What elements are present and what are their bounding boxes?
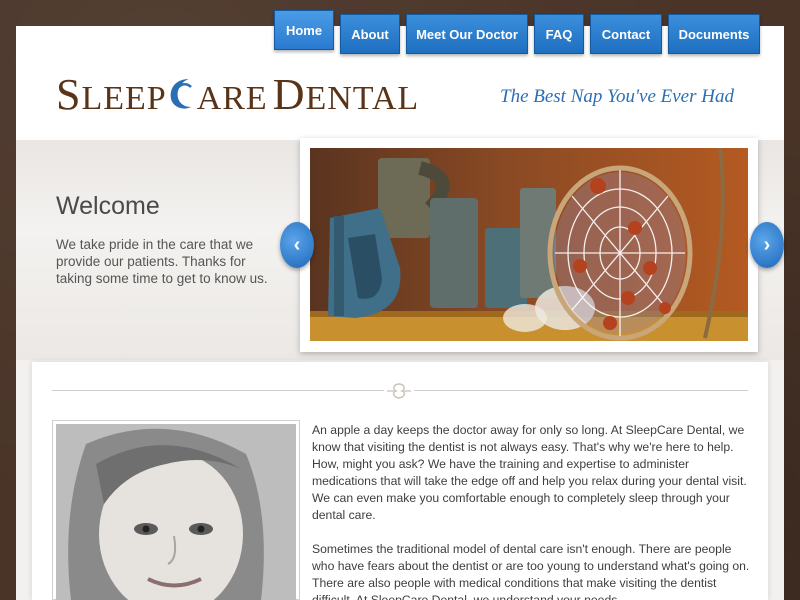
logo[interactable]: SLEEP ARE DENTAL: [56, 70, 419, 120]
logo-ental: ENTAL: [305, 80, 420, 117]
intro-paragraph-1: An apple a day keeps the doctor away for…: [312, 423, 747, 522]
logo-letter-s: S: [56, 70, 82, 119]
slider-image[interactable]: [310, 148, 748, 341]
intro-text: An apple a day keeps the doctor away for…: [312, 422, 752, 600]
intro-paragraph-2: Sometimes the traditional model of denta…: [312, 542, 750, 600]
nav-documents[interactable]: Documents: [668, 14, 760, 54]
logo-leep: LEEP: [81, 80, 167, 117]
ornament-icon: [384, 380, 414, 402]
logo-are: ARE: [196, 80, 268, 117]
welcome-text: We take pride in the care that we provid…: [56, 237, 268, 286]
chevron-left-icon: ‹: [293, 233, 301, 256]
crescent-moon-icon: [170, 79, 192, 109]
tagline: The Best Nap You've Ever Had: [500, 86, 734, 107]
nav-meet-our-doctor[interactable]: Meet Our Doctor: [406, 14, 528, 54]
doctor-photo: [56, 424, 296, 600]
nav-home[interactable]: Home: [274, 10, 334, 50]
nav-faq[interactable]: FAQ: [534, 14, 584, 54]
welcome-title: Welcome: [56, 192, 160, 220]
chevron-right-icon: ›: [763, 233, 771, 256]
slider-next-button[interactable]: ›: [750, 222, 784, 268]
logo-letter-d: D: [272, 70, 306, 119]
nav-about[interactable]: About: [340, 14, 400, 54]
nav-contact[interactable]: Contact: [590, 14, 662, 54]
slider-prev-button[interactable]: ‹: [280, 222, 314, 268]
